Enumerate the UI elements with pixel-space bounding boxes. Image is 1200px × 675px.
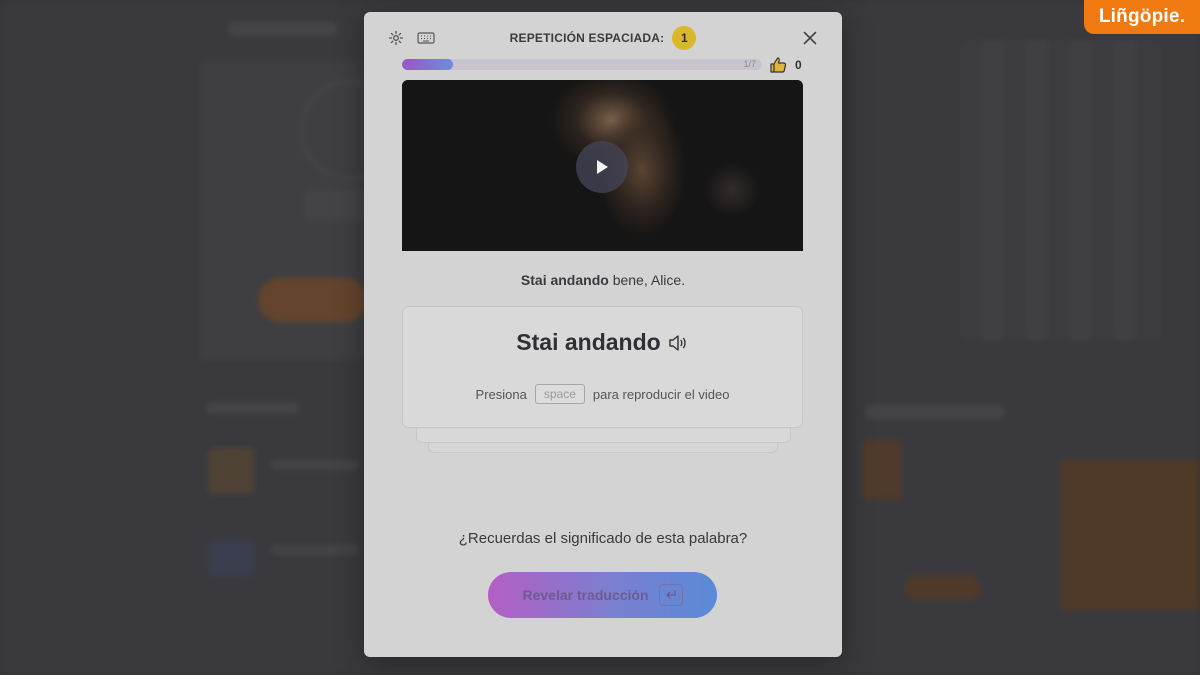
space-key: space [534, 384, 585, 404]
keyboard-hint: Presiona space para reproducir el video [403, 384, 802, 404]
spaced-repetition-modal: REPETICIÓN ESPACIADA: 1 1/7 0 Stai andan… [364, 12, 842, 657]
reveal-translation-button[interactable]: Revelar traducción [488, 572, 717, 618]
hint-after: para reproducir el video [592, 386, 730, 402]
play-icon[interactable] [576, 141, 628, 193]
close-icon[interactable] [800, 28, 820, 48]
likes-count: 0 [795, 58, 802, 72]
sentence-rest: bene, Alice. [608, 272, 686, 288]
title-text: REPETICIÓN ESPACIADA: [509, 31, 665, 45]
word-row: Stai andando [403, 329, 802, 356]
brand-logo: Liñgöpie. [1084, 0, 1200, 34]
speaker-icon[interactable] [667, 332, 689, 354]
enter-icon [658, 584, 683, 606]
review-count-badge: 1 [672, 26, 697, 50]
flashcard-word: Stai andando [516, 329, 661, 355]
progress-bar: 1/7 [402, 59, 762, 70]
recall-question: ¿Recuerdas el significado de esta palabr… [458, 530, 748, 547]
reveal-label: Revelar traducción [522, 587, 649, 603]
hint-before: Presiona [475, 386, 527, 402]
progress-fill [402, 59, 454, 70]
flashcard[interactable]: Stai andando Presiona space para reprodu… [402, 306, 803, 428]
sentence-highlight: Stai andando [520, 272, 609, 288]
progress-label: 1/7 [743, 59, 756, 69]
video-player[interactable] [402, 80, 803, 251]
example-sentence: Stai andando bene, Alice. [364, 272, 842, 288]
thumbs-up-icon[interactable] [768, 55, 788, 75]
modal-title: REPETICIÓN ESPACIADA: 1 [364, 26, 842, 50]
